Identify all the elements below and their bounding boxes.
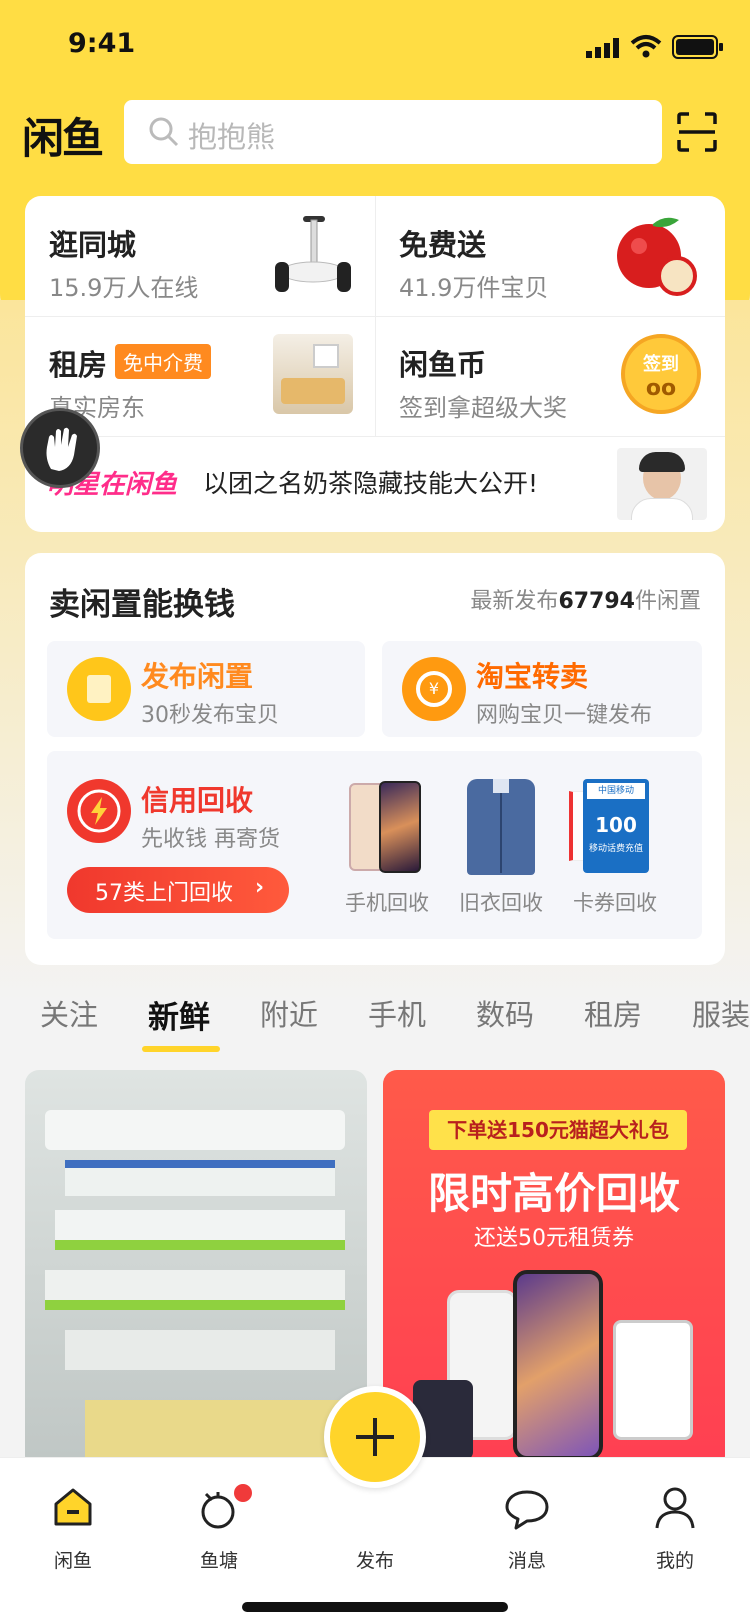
recycle-subtitle: 先收钱 再寄货 xyxy=(141,827,280,852)
wifi-icon xyxy=(630,34,662,58)
card-amount: 100 xyxy=(595,813,637,837)
shirt-image xyxy=(467,779,535,875)
recycle-item-label: 卡券回收 xyxy=(573,891,657,915)
voucher-recycle-item[interactable]: 中国移动 100 移动话费充值 卡券回收 xyxy=(565,777,675,917)
home-indicator xyxy=(242,1602,508,1612)
stat-suffix: 件闲置 xyxy=(634,589,701,614)
taobao-subtitle: 网购宝贝一键发布 xyxy=(476,703,653,728)
stat-count: 67794 xyxy=(558,589,635,614)
publish-plus-button xyxy=(324,1386,426,1488)
no-agent-fee-tag: 免中介费 xyxy=(115,344,211,379)
tab-clothing[interactable]: 服装 xyxy=(692,992,750,1034)
search-bar[interactable]: 抱抱熊 xyxy=(124,100,662,164)
assistive-hand-button[interactable] xyxy=(20,408,100,488)
promo-headline: 限时高价回收 xyxy=(427,1169,680,1218)
entry-title: 免费送 xyxy=(399,228,487,262)
checkin-coin-icon: 签到 oo xyxy=(621,334,701,414)
entry-free[interactable]: 免费送 41.9万件宝贝 xyxy=(375,196,725,316)
recycle-title: 信用回收 xyxy=(141,784,254,817)
entry-title: 闲鱼币 xyxy=(399,348,487,382)
user-icon xyxy=(654,1486,696,1530)
bottom-nav: 闲鱼 鱼塘 发布 消息 我的 xyxy=(0,1386,750,1624)
celebrity-photo xyxy=(617,448,707,520)
scan-icon[interactable] xyxy=(677,112,717,152)
nav-label: 发布 xyxy=(355,1550,394,1572)
tissue-photo xyxy=(25,1070,367,1470)
door-recycle-label: 57类上门回收 xyxy=(95,881,233,906)
sell-stat: 最新发布67794件闲置 xyxy=(470,583,701,615)
phone-image xyxy=(347,781,427,877)
stat-prefix: 最新发布 xyxy=(470,589,559,614)
room-image xyxy=(273,334,353,414)
tab-digital[interactable]: 数码 xyxy=(476,992,534,1034)
publish-title: 发布闲置 xyxy=(141,660,254,693)
taobao-resell-icon: ¥ xyxy=(402,657,466,721)
recycle-item-label: 手机回收 xyxy=(345,891,429,915)
nav-label: 闲鱼 xyxy=(53,1550,92,1572)
tab-follow[interactable]: 关注 xyxy=(40,992,98,1034)
card-desc: 移动话费充值 xyxy=(588,844,643,854)
phone-recycle-item[interactable]: 手机回收 xyxy=(339,777,435,917)
scooter-image xyxy=(273,210,353,300)
promo-ribbon: 下单送150元猫超大礼包 xyxy=(429,1110,687,1150)
entry-title: 逛同城 xyxy=(49,228,137,262)
tab-nearby[interactable]: 附近 xyxy=(260,992,318,1034)
lightning-icon xyxy=(67,779,131,843)
publish-icon xyxy=(67,657,131,721)
card-brand: 中国移动 xyxy=(587,783,645,799)
publish-subtitle: 30秒发布宝贝 xyxy=(141,703,279,728)
entry-subtitle: 41.9万件宝贝 xyxy=(399,274,549,302)
hand-icon xyxy=(41,425,85,475)
quick-entry-card: 逛同城 15.9万人在线 免费送 41.9万件宝贝 租房 免中介费 真实房东 闲… xyxy=(25,196,725,532)
search-placeholder: 抱抱熊 xyxy=(188,120,276,154)
home-icon xyxy=(52,1486,94,1528)
notification-dot xyxy=(234,1484,252,1502)
nav-label: 消息 xyxy=(507,1550,546,1572)
tab-rent[interactable]: 租房 xyxy=(584,992,642,1034)
nav-label: 我的 xyxy=(655,1550,694,1572)
feed-item-tissues[interactable] xyxy=(25,1070,367,1470)
sell-title: 卖闲置能换钱 xyxy=(49,587,235,623)
entry-local[interactable]: 逛同城 15.9万人在线 xyxy=(25,196,375,316)
feed-item-promo[interactable]: 下单送150元猫超大礼包 限时高价回收 还送50元租赁券 xyxy=(383,1070,725,1470)
sell-card: 卖闲置能换钱 最新发布67794件闲置 发布闲置 30秒发布宝贝 ¥ 淘宝转卖 … xyxy=(25,553,725,965)
search-icon xyxy=(148,116,180,148)
signal-icon xyxy=(586,38,622,58)
plus-icon xyxy=(356,1418,394,1456)
tab-phone[interactable]: 手机 xyxy=(368,992,426,1034)
recharge-card-image: 中国移动 100 移动话费充值 xyxy=(583,779,649,873)
recycle-item-label: 旧衣回收 xyxy=(459,891,543,915)
checkin-label: 签到 xyxy=(643,354,679,375)
app-logo[interactable]: 闲鱼 xyxy=(22,105,104,166)
battery-icon xyxy=(672,34,724,60)
promo-sub: 还送50元租赁券 xyxy=(474,1226,634,1251)
chat-bubble-icon xyxy=(504,1488,550,1530)
chevron-right-icon: › xyxy=(255,875,265,900)
taobao-resell-button[interactable]: ¥ 淘宝转卖 网购宝贝一键发布 xyxy=(382,641,702,737)
apple-image xyxy=(609,210,699,300)
entry-coins[interactable]: 闲鱼币 签到拿超级大奖 签到 oo xyxy=(375,316,725,436)
tab-fresh[interactable]: 新鲜 xyxy=(148,992,210,1037)
status-time: 9:41 xyxy=(68,28,136,59)
banner-text: 以团之名奶茶隐藏技能大公开! xyxy=(203,469,539,498)
entry-title: 租房 xyxy=(49,348,108,382)
clothes-recycle-item[interactable]: 旧衣回收 xyxy=(453,777,549,917)
phones-image xyxy=(383,1260,725,1470)
active-tab-indicator xyxy=(142,1046,220,1052)
taobao-title: 淘宝转卖 xyxy=(476,660,589,693)
publish-button[interactable]: 发布闲置 30秒发布宝贝 xyxy=(47,641,365,737)
celebrity-banner[interactable]: 明星在闲鱼 以团之名奶茶隐藏技能大公开! xyxy=(25,436,725,532)
feed-tabs: 关注 新鲜 附近 手机 数码 租房 服装 xyxy=(0,984,750,1052)
entry-subtitle: 15.9万人在线 xyxy=(49,274,199,302)
entry-subtitle: 签到拿超级大奖 xyxy=(399,394,567,422)
door-recycle-button[interactable]: 57类上门回收 › xyxy=(67,867,289,913)
nav-label: 鱼塘 xyxy=(199,1550,238,1572)
credit-recycle-panel: 信用回收 先收钱 再寄货 57类上门回收 › 手机回收 旧衣回收 中国移动 10… xyxy=(47,751,702,939)
